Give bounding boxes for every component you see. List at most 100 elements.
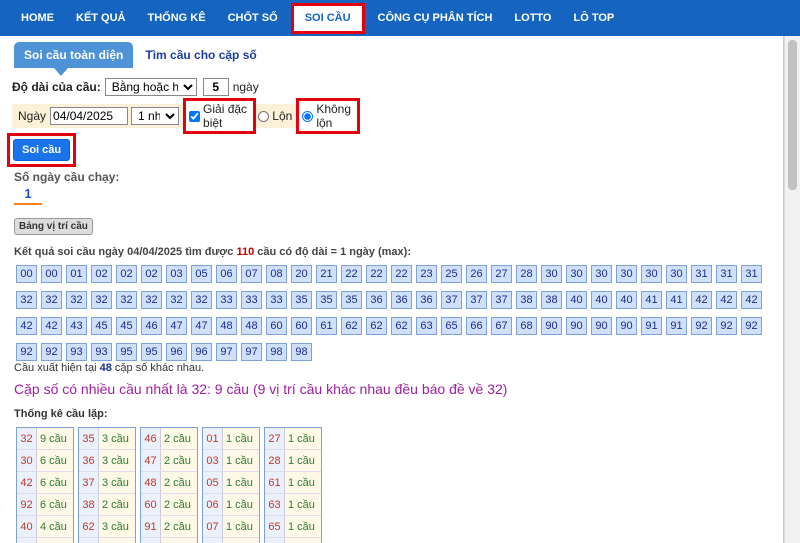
number-cell[interactable]: 03 xyxy=(166,265,187,283)
number-cell[interactable]: 42 xyxy=(691,291,712,309)
number-cell[interactable]: 98 xyxy=(266,343,287,361)
khong-lon-radio-group[interactable]: Không lộn xyxy=(296,98,360,134)
number-cell[interactable]: 91 xyxy=(666,317,687,335)
stats-number[interactable]: 37 xyxy=(79,472,99,493)
stats-number[interactable]: 35 xyxy=(79,428,99,449)
number-cell[interactable]: 66 xyxy=(466,317,487,335)
stats-number[interactable]: 62 xyxy=(79,516,99,537)
number-cell[interactable]: 41 xyxy=(666,291,687,309)
stats-number[interactable]: 27 xyxy=(265,428,285,449)
number-cell[interactable]: 02 xyxy=(91,265,112,283)
number-cell[interactable]: 95 xyxy=(116,343,137,361)
stats-number[interactable]: 63 xyxy=(265,494,285,515)
number-cell[interactable]: 43 xyxy=(66,317,87,335)
special-prize-checkbox-group[interactable]: Giải đặc biệt xyxy=(183,98,257,134)
number-cell[interactable]: 27 xyxy=(491,265,512,283)
days-value[interactable]: 1 xyxy=(14,186,42,205)
number-cell[interactable]: 33 xyxy=(241,291,262,309)
scrollbar-thumb[interactable] xyxy=(788,40,797,190)
number-cell[interactable]: 37 xyxy=(466,291,487,309)
number-cell[interactable]: 00 xyxy=(16,265,37,283)
number-cell[interactable]: 30 xyxy=(616,265,637,283)
nav-item[interactable]: CÔNG CỤ PHÂN TÍCH xyxy=(367,0,504,36)
number-cell[interactable]: 60 xyxy=(291,317,312,335)
number-cell[interactable]: 22 xyxy=(341,265,362,283)
number-cell[interactable]: 31 xyxy=(691,265,712,283)
number-cell[interactable]: 61 xyxy=(316,317,337,335)
number-cell[interactable]: 36 xyxy=(366,291,387,309)
number-cell[interactable]: 63 xyxy=(416,317,437,335)
number-cell[interactable]: 62 xyxy=(341,317,362,335)
number-cell[interactable]: 35 xyxy=(291,291,312,309)
lon-radio[interactable] xyxy=(258,110,270,122)
stats-number[interactable]: 05 xyxy=(203,472,223,493)
number-cell[interactable]: 30 xyxy=(566,265,587,283)
number-cell[interactable]: 36 xyxy=(416,291,437,309)
khong-lon-radio[interactable] xyxy=(302,110,314,122)
number-cell[interactable]: 67 xyxy=(491,317,512,335)
stats-number[interactable]: 47 xyxy=(141,450,161,471)
number-cell[interactable]: 47 xyxy=(191,317,212,335)
stats-number[interactable]: 91 xyxy=(141,516,161,537)
number-cell[interactable]: 98 xyxy=(291,343,312,361)
number-cell[interactable]: 30 xyxy=(591,265,612,283)
number-cell[interactable]: 33 xyxy=(216,291,237,309)
number-cell[interactable]: 35 xyxy=(341,291,362,309)
stats-number[interactable]: 61 xyxy=(265,472,285,493)
stats-number[interactable]: 08 xyxy=(203,538,223,543)
stats-number[interactable]: 30 xyxy=(17,450,37,471)
number-cell[interactable]: 20 xyxy=(291,265,312,283)
number-cell[interactable]: 90 xyxy=(616,317,637,335)
number-cell[interactable]: 32 xyxy=(166,291,187,309)
number-cell[interactable]: 26 xyxy=(466,265,487,283)
number-cell[interactable]: 40 xyxy=(616,291,637,309)
stats-number[interactable]: 40 xyxy=(17,516,37,537)
number-cell[interactable]: 97 xyxy=(216,343,237,361)
vertical-scrollbar[interactable] xyxy=(784,36,800,543)
number-cell[interactable]: 35 xyxy=(316,291,337,309)
number-cell[interactable]: 30 xyxy=(666,265,687,283)
stats-number[interactable]: 90 xyxy=(17,538,37,543)
number-cell[interactable]: 42 xyxy=(16,317,37,335)
special-prize-checkbox[interactable] xyxy=(189,110,201,122)
nav-item[interactable]: CHỐT SỐ xyxy=(217,0,289,36)
stats-number[interactable]: 65 xyxy=(265,516,285,537)
length-select[interactable]: Bằng hoặc hơn xyxy=(104,78,197,96)
stats-number[interactable]: 28 xyxy=(265,450,285,471)
number-cell[interactable]: 93 xyxy=(91,343,112,361)
stats-number[interactable]: 48 xyxy=(141,472,161,493)
number-cell[interactable]: 40 xyxy=(591,291,612,309)
number-cell[interactable]: 96 xyxy=(191,343,212,361)
number-cell[interactable]: 32 xyxy=(66,291,87,309)
stats-number[interactable]: 42 xyxy=(17,472,37,493)
number-cell[interactable]: 01 xyxy=(66,265,87,283)
number-cell[interactable]: 36 xyxy=(391,291,412,309)
number-cell[interactable]: 92 xyxy=(41,343,62,361)
number-cell[interactable]: 41 xyxy=(641,291,662,309)
stats-number[interactable]: 06 xyxy=(203,494,223,515)
stats-number[interactable]: 60 xyxy=(141,494,161,515)
number-cell[interactable]: 42 xyxy=(41,317,62,335)
number-cell[interactable]: 30 xyxy=(641,265,662,283)
stats-number[interactable]: 93 xyxy=(141,538,161,543)
number-cell[interactable]: 90 xyxy=(541,317,562,335)
number-cell[interactable]: 95 xyxy=(141,343,162,361)
number-cell[interactable]: 37 xyxy=(491,291,512,309)
number-cell[interactable]: 93 xyxy=(66,343,87,361)
date-input[interactable] xyxy=(50,107,129,125)
stats-number[interactable]: 07 xyxy=(203,516,223,537)
tab-tim-cau-cap-so[interactable]: Tìm cầu cho cặp số xyxy=(145,48,256,62)
number-cell[interactable]: 68 xyxy=(516,317,537,335)
number-cell[interactable]: 62 xyxy=(366,317,387,335)
number-cell[interactable]: 60 xyxy=(266,317,287,335)
number-cell[interactable]: 92 xyxy=(716,317,737,335)
stats-number[interactable]: 46 xyxy=(141,428,161,449)
soi-cau-button[interactable]: Soi cầu xyxy=(13,139,71,161)
number-cell[interactable]: 62 xyxy=(391,317,412,335)
stats-number[interactable]: 38 xyxy=(79,494,99,515)
step-select[interactable]: 1 nháy xyxy=(131,107,180,125)
number-cell[interactable]: 37 xyxy=(441,291,462,309)
number-cell[interactable]: 32 xyxy=(16,291,37,309)
stats-number[interactable]: 92 xyxy=(17,494,37,515)
number-cell[interactable]: 02 xyxy=(141,265,162,283)
